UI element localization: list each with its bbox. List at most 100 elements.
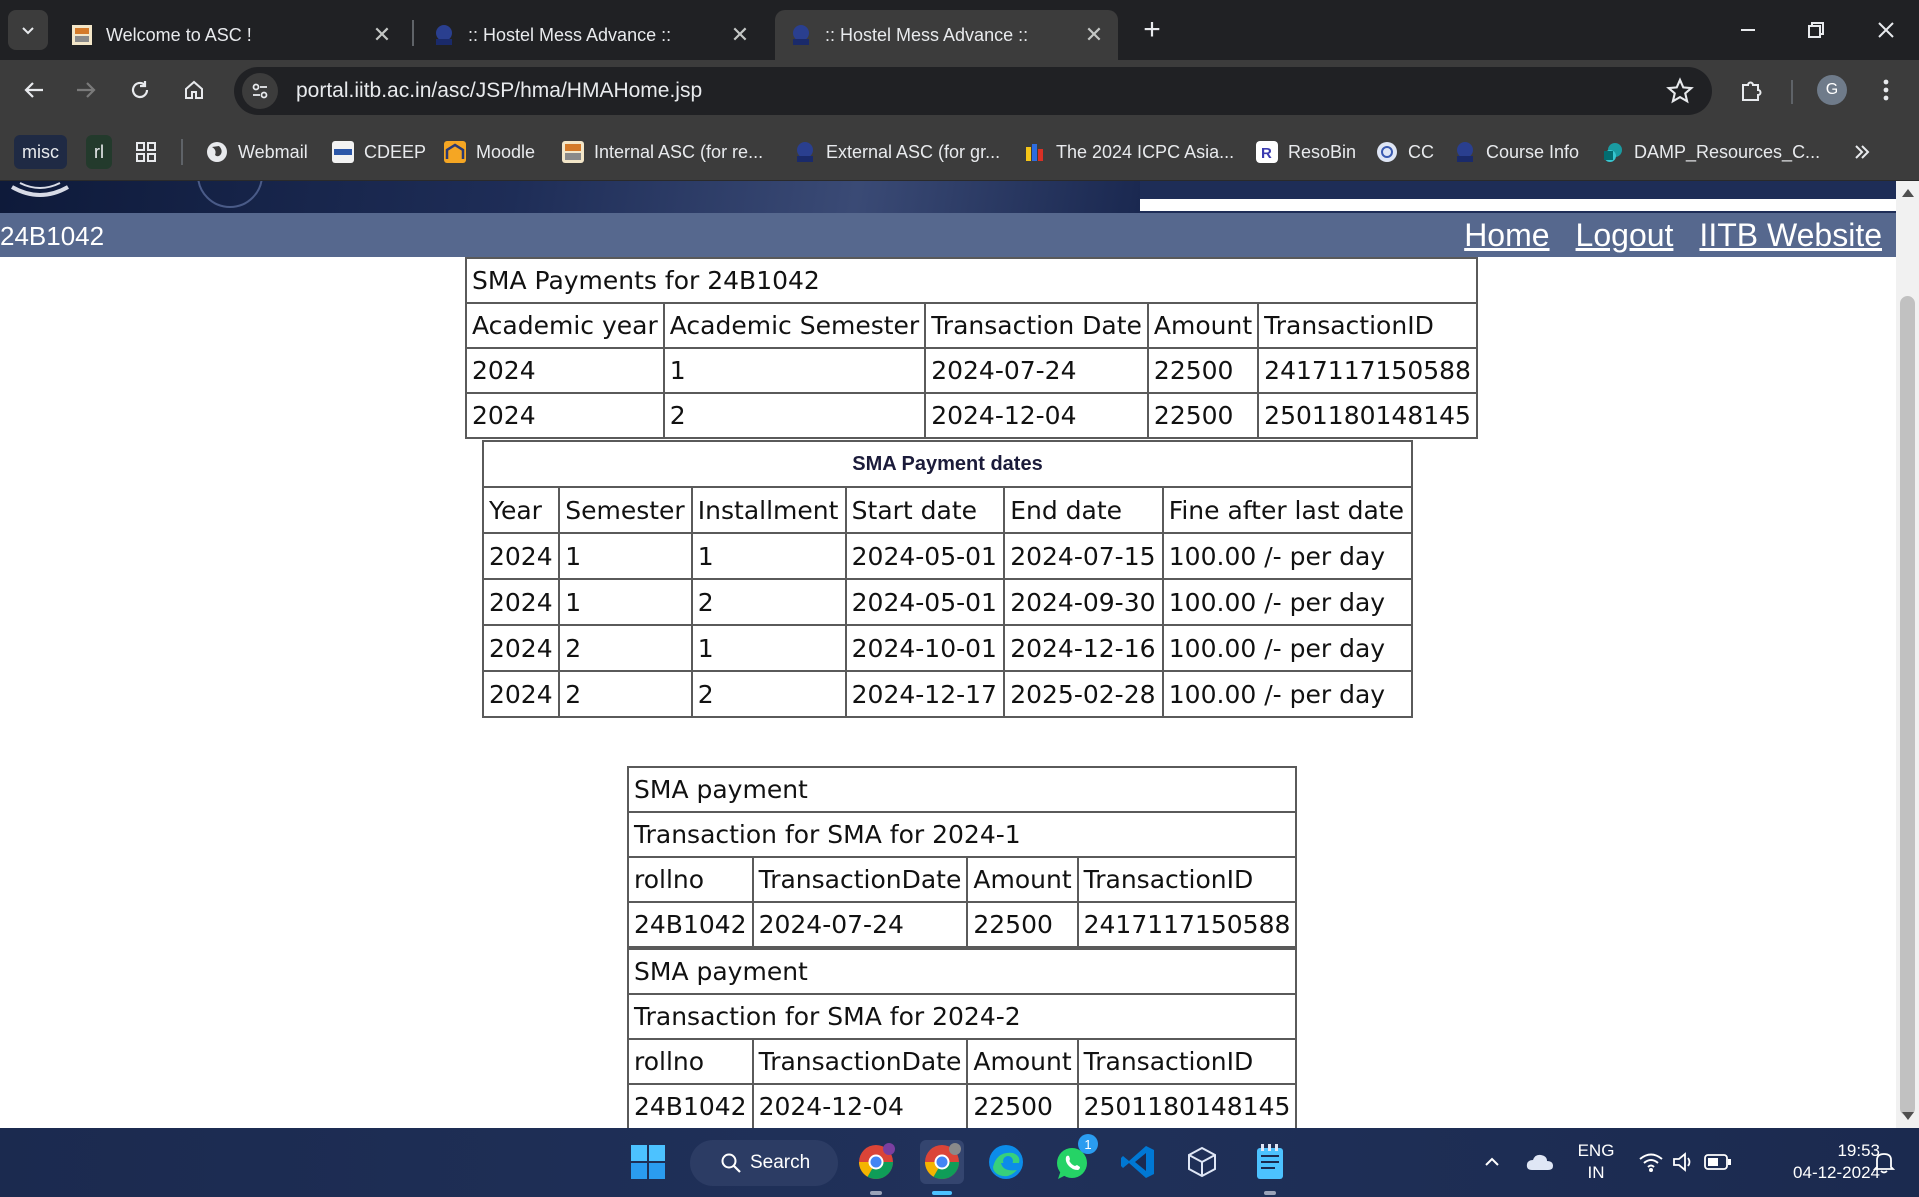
home-link[interactable]: Home <box>1464 217 1549 254</box>
table-header-row: Academic year Academic Semester Transact… <box>465 302 1478 349</box>
bookmark-icpc[interactable]: The 2024 ICPC Asia... <box>1024 135 1234 169</box>
bookmark-course-info[interactable]: Course Info <box>1454 135 1579 169</box>
table-cell: 1 <box>662 347 927 394</box>
chevron-up-icon <box>1485 1157 1499 1166</box>
svg-text:R: R <box>1261 145 1272 162</box>
bookmark-external-asc[interactable]: External ASC (for gr... <box>794 135 1000 169</box>
bookmark-resobin[interactable]: R ResoBin <box>1256 135 1356 169</box>
notifications-button[interactable] <box>1864 1140 1904 1184</box>
scroll-down-arrow-icon[interactable] <box>1902 1112 1914 1120</box>
column-header: TransactionID <box>1257 302 1478 349</box>
close-window-button[interactable] <box>1866 10 1906 50</box>
tab-title: Welcome to ASC ! <box>106 24 252 45</box>
table-header-row: rollno TransactionDate Amount Transactio… <box>627 856 1298 903</box>
running-indicator <box>1264 1191 1276 1195</box>
bookmark-star-icon[interactable] <box>1666 77 1694 105</box>
3d-viewer-button[interactable] <box>1180 1140 1224 1184</box>
profile-button[interactable]: G <box>1810 68 1854 112</box>
table-row: 2024 2 2024-12-04 22500 2501180148145 <box>465 392 1478 439</box>
close-icon[interactable]: ✕ <box>370 22 394 47</box>
iitb-favicon-icon <box>793 25 809 45</box>
bookmark-webmail[interactable]: Webmail <box>206 135 308 169</box>
iitb-website-link[interactable]: IITB Website <box>1699 217 1882 254</box>
quick-settings-button[interactable] <box>1630 1140 1740 1184</box>
column-header: Fine after last date <box>1161 486 1414 534</box>
tab-welcome-asc[interactable]: Welcome to ASC ! ✕ <box>56 10 406 60</box>
notepad-button[interactable] <box>1248 1140 1292 1184</box>
extensions-button[interactable] <box>1730 68 1774 112</box>
restore-button[interactable] <box>1796 10 1836 50</box>
chrome-profile-2-button[interactable] <box>920 1140 964 1184</box>
bookmark-label: ResoBin <box>1288 141 1357 162</box>
cdeep-icon <box>332 141 354 163</box>
scroll-up-arrow-icon[interactable] <box>1902 189 1914 197</box>
web-page: 24B1042 Home Logout IITB Website SMA Pay… <box>0 181 1896 1128</box>
language-indicator[interactable]: ENG IN <box>1568 1140 1624 1184</box>
url-text[interactable]: portal.iitb.ac.in/asc/JSP/hma/HMAHome.js… <box>296 79 702 103</box>
new-tab-button[interactable]: + <box>1136 13 1168 46</box>
tab-title: :: Hostel Mess Advance :: <box>468 24 672 45</box>
onedrive-button[interactable] <box>1518 1140 1562 1184</box>
bookmark-label: rl <box>94 141 104 162</box>
icpc-icon <box>1026 144 1043 161</box>
table-cell: 1 <box>690 624 847 672</box>
address-bar[interactable]: portal.iitb.ac.in/asc/JSP/hma/HMAHome.js… <box>234 67 1712 115</box>
chevron-double-right-icon <box>1855 145 1870 159</box>
reload-button[interactable] <box>118 68 162 112</box>
sharepoint-icon <box>1604 143 1622 162</box>
apps-button[interactable] <box>134 135 158 169</box>
page-scrollbar[interactable] <box>1896 181 1919 1128</box>
table-cell: 100.00 /- per day <box>1161 532 1414 580</box>
tab-search-button[interactable] <box>8 10 48 50</box>
home-button[interactable] <box>172 68 216 112</box>
table-cell: 24B1042 <box>627 1083 754 1128</box>
chrome-profile-1-button[interactable] <box>854 1140 898 1184</box>
table-cell: 2 <box>558 624 693 672</box>
iitb-favicon-icon <box>436 25 452 45</box>
minimize-button[interactable] <box>1728 10 1768 50</box>
edge-button[interactable] <box>984 1140 1028 1184</box>
show-hidden-icons-button[interactable] <box>1470 1140 1514 1184</box>
vscode-button[interactable] <box>1116 1140 1160 1184</box>
bookmark-damp-resources[interactable]: DAMP_Resources_C... <box>1602 135 1820 169</box>
bookmark-label: CC <box>1408 141 1434 162</box>
bookmark-label: Moodle <box>476 141 536 162</box>
browser-toolbar: portal.iitb.ac.in/asc/JSP/hma/HMAHome.js… <box>0 60 1919 123</box>
bookmark-internal-asc[interactable]: Internal ASC (for re... <box>562 135 763 169</box>
menu-button[interactable] <box>1864 68 1908 112</box>
close-icon[interactable]: ✕ <box>728 22 752 47</box>
taskbar-search-box[interactable]: Search <box>690 1140 838 1186</box>
start-button[interactable] <box>626 1140 670 1184</box>
more-bookmarks-button[interactable] <box>1852 135 1872 169</box>
table-row: 2024 2 1 2024-10-01 2024-12-16 100.00 /-… <box>481 624 1414 672</box>
tab-hostel-mess-2[interactable]: :: Hostel Mess Advance :: ✕ <box>775 10 1118 60</box>
table-cell: 100.00 /- per day <box>1161 670 1414 718</box>
forward-button[interactable] <box>64 68 108 112</box>
asc-favicon-icon <box>72 25 92 45</box>
site-info-button[interactable] <box>242 73 278 109</box>
sma-transaction-table-2: SMA payment Transaction for SMA for 2024… <box>626 948 1298 1128</box>
table-row: 2024 1 2 2024-05-01 2024-09-30 100.00 /-… <box>481 578 1414 626</box>
bookmark-folder-rl[interactable]: rl <box>86 135 112 169</box>
table-title-row: SMA payment <box>626 948 1298 995</box>
table-subtitle: Transaction for SMA for 2024-2 <box>626 993 1298 1040</box>
scrollbar-thumb[interactable] <box>1900 296 1915 1116</box>
bookmark-moodle[interactable]: Moodle <box>444 135 535 169</box>
back-button[interactable] <box>12 68 56 112</box>
bookmark-cdeep[interactable]: CDEEP <box>332 135 426 169</box>
table-cell: 2024-10-01 <box>844 624 1006 672</box>
iitb-icon <box>797 142 813 162</box>
close-icon[interactable]: ✕ <box>1082 22 1106 47</box>
whatsapp-button[interactable]: 1 <box>1050 1134 1098 1184</box>
bookmark-cc[interactable]: CC <box>1376 135 1434 169</box>
bookmark-folder-misc[interactable]: misc <box>14 135 67 169</box>
logout-link[interactable]: Logout <box>1576 217 1674 254</box>
table-cell: 22500 <box>1146 392 1260 439</box>
tab-hostel-mess-1[interactable]: :: Hostel Mess Advance :: ✕ <box>418 10 764 60</box>
table-cell: 2024 <box>481 670 561 718</box>
puzzle-icon <box>1742 81 1762 101</box>
table-subtitle-row: Transaction for SMA for 2024-1 <box>626 811 1298 858</box>
bookmark-label: External ASC (for gr... <box>826 141 1001 162</box>
clock[interactable]: 19:53 04-12-2024 <box>1752 1140 1880 1184</box>
column-header: rollno <box>627 1038 754 1085</box>
